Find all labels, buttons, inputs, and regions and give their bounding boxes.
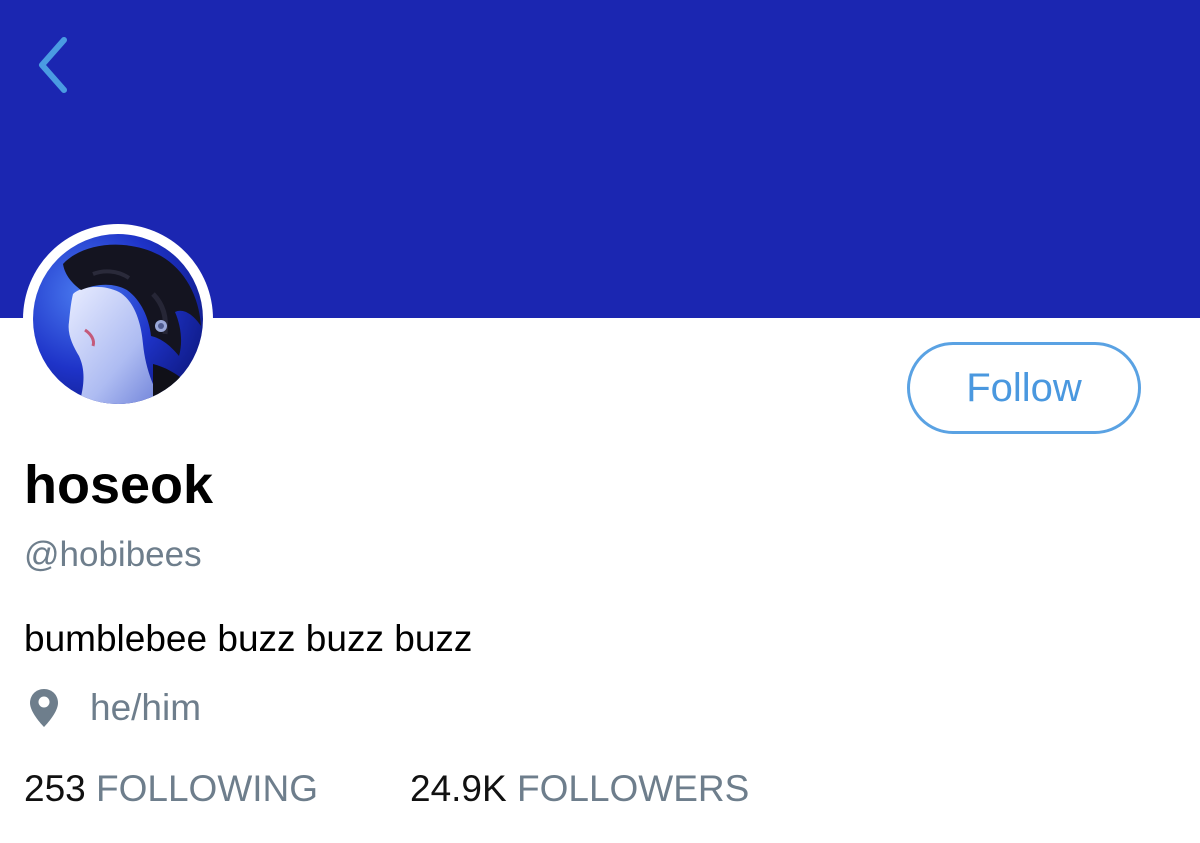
followers-stat[interactable]: 24.9K FOLLOWERS	[410, 764, 749, 814]
avatar[interactable]	[33, 234, 203, 404]
following-stat[interactable]: 253 FOLLOWING	[24, 764, 318, 814]
profile-photo	[33, 234, 203, 404]
followers-count: 24.9K	[410, 768, 507, 809]
following-label: FOLLOWING	[96, 768, 319, 809]
location-pin-icon	[30, 689, 58, 727]
following-count: 253	[24, 768, 86, 809]
followers-label: FOLLOWERS	[516, 768, 750, 809]
profile-page: Follow hoseok @hobibees bumblebee buzz b…	[0, 0, 1200, 843]
display-name: hoseok	[24, 455, 214, 515]
chevron-left-icon	[39, 37, 67, 93]
follow-button[interactable]: Follow	[907, 342, 1141, 434]
location-text: he/him	[90, 687, 202, 728]
avatar-frame	[23, 224, 213, 414]
back-button[interactable]	[22, 26, 92, 102]
username-handle: @hobibees	[24, 535, 202, 574]
profile-bio: bumblebee buzz buzz buzz	[24, 618, 473, 659]
